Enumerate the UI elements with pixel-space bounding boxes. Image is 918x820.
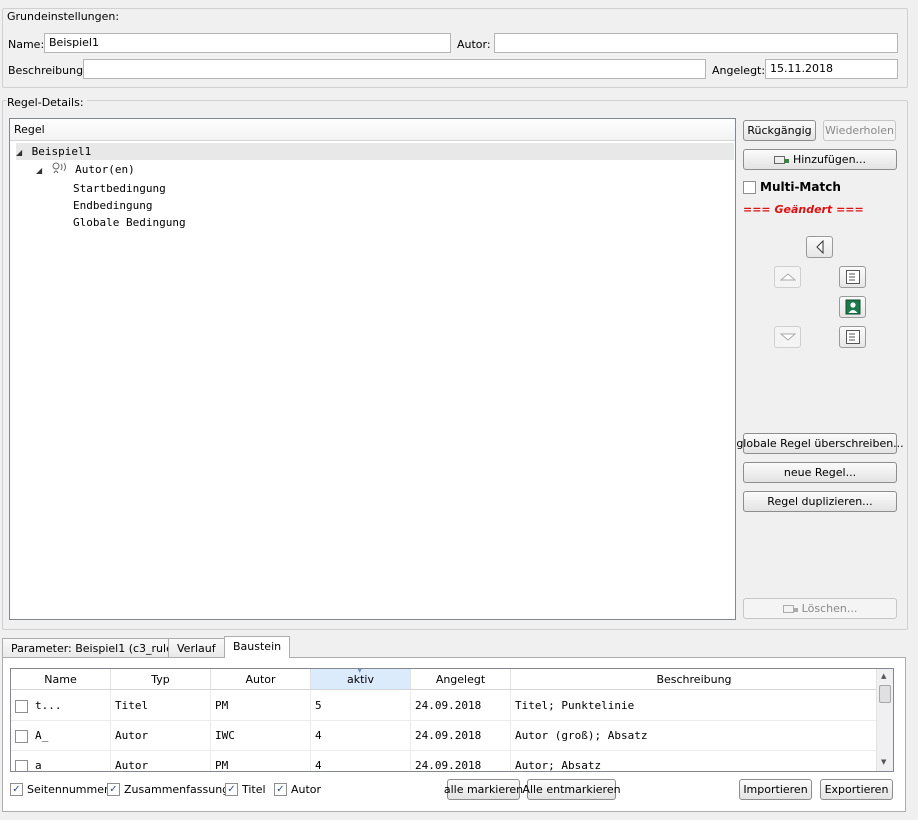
triangle-left-icon [815, 240, 823, 254]
row-checkbox[interactable] [15, 760, 28, 771]
cell-description: Titel; Punktelinie [511, 691, 878, 721]
scroll-thumb[interactable] [879, 685, 891, 703]
delete-label: Löschen... [801, 602, 858, 615]
new-rule-button[interactable]: neue Regel... [743, 462, 897, 483]
cell-type: Autor [111, 751, 211, 771]
rule-details-title: Regel-Details: [7, 96, 87, 109]
triangle-up-icon [779, 273, 796, 281]
tab-history[interactable]: Verlauf [168, 638, 225, 658]
description-label: Beschreibung: [8, 64, 87, 77]
multimatch-checkbox[interactable] [743, 181, 756, 194]
tree-author-row[interactable]: ◢ Autor(en) [36, 161, 135, 178]
created-field[interactable]: 15.11.2018 [765, 59, 898, 79]
tab-building-block[interactable]: Baustein [224, 636, 291, 658]
cell-type: Autor [111, 721, 211, 751]
rule-tree[interactable]: Regel ◢ Beispiel1 ◢ Autor(en) Startbedin… [9, 118, 736, 620]
description-field[interactable] [83, 59, 706, 79]
scroll-up-icon[interactable]: ▲ [881, 672, 886, 680]
column-header-created[interactable]: Angelegt [411, 669, 511, 690]
unmark-all-button[interactable]: Alle entmarkieren [522, 779, 621, 800]
created-label: Angelegt: [712, 64, 766, 77]
tree-leaf-start[interactable]: Startbedingung [73, 180, 166, 197]
table-scrollbar[interactable]: ▲ ▼ [876, 669, 893, 771]
author-field[interactable] [494, 33, 898, 53]
summary-label: Zusammenfassung [124, 783, 230, 796]
delete-button[interactable]: Löschen... [743, 598, 897, 619]
summary-checkbox[interactable]: ✓ [107, 783, 120, 796]
undo-button[interactable]: Rückgängig [743, 120, 816, 141]
multimatch-label: Multi-Match [760, 180, 841, 194]
duplicate-rule-button[interactable]: Regel duplizieren... [743, 491, 897, 512]
building-block-table[interactable]: Name Typ Autor aktiv Angelegt Beschreibu… [10, 668, 894, 772]
move-up-button[interactable] [774, 266, 801, 288]
page-number-checkbox[interactable]: ✓ [10, 783, 23, 796]
redo-button[interactable]: Wiederholen [823, 120, 896, 141]
cell-active: 4 [311, 721, 411, 751]
add-button[interactable]: Hinzufügen... [743, 149, 897, 170]
cell-name-text: A_ [31, 721, 111, 751]
person-button[interactable] [839, 296, 866, 318]
column-header-description[interactable]: Beschreibung [511, 669, 878, 690]
column-header-name[interactable]: Name [11, 669, 111, 690]
author-filter-label: Autor [291, 783, 322, 796]
column-header-type[interactable]: Typ [111, 669, 211, 690]
tree-header-rule[interactable]: Regel [10, 119, 735, 141]
override-global-rule-button[interactable]: globale Regel überschreiben... [736, 433, 904, 454]
cell-active: 4 [311, 751, 411, 771]
cell-author: IWC [211, 721, 311, 751]
cell-active: 5 [311, 691, 411, 721]
triangle-down-icon [779, 333, 796, 341]
row-checkbox[interactable] [15, 700, 28, 713]
move-left-button[interactable] [806, 236, 833, 258]
import-button[interactable]: Importieren [739, 779, 812, 800]
delete-icon [782, 604, 799, 614]
person-icon [845, 299, 860, 315]
author-label: Autor: [457, 38, 491, 51]
tree-root-row[interactable]: ◢ Beispiel1 [16, 143, 734, 160]
cell-created: 24.09.2018 [411, 751, 511, 771]
cell-type: Titel [111, 691, 211, 721]
expand-triangle-icon[interactable]: ◢ [16, 148, 22, 157]
row-checkbox[interactable] [15, 730, 28, 743]
page-number-label: Seitennummer [27, 783, 109, 796]
cell-author: PM [211, 691, 311, 721]
cell-created: 24.09.2018 [411, 721, 511, 751]
tree-root-label: Beispiel1 [31, 145, 92, 158]
title-label: Titel [242, 783, 266, 796]
panel-down-button[interactable] [839, 326, 866, 348]
column-header-author[interactable]: Autor [211, 669, 311, 690]
tree-leaf-end[interactable]: Endbedingung [73, 197, 152, 214]
name-label: Name: [8, 38, 45, 51]
changed-status: === Geändert === [743, 203, 864, 216]
sort-indicator-icon: ▼ [357, 668, 363, 674]
cell-created: 24.09.2018 [411, 691, 511, 721]
panel-icon [845, 330, 860, 344]
basic-settings-title: Grundeinstellungen: [7, 10, 123, 23]
cell-name-text: t... [31, 691, 111, 721]
tree-leaf-global[interactable]: Globale Bedingung [73, 214, 186, 231]
add-label: Hinzufügen... [792, 153, 867, 166]
cell-description: Autor (groß); Absatz [511, 721, 878, 751]
speaker-icon [52, 162, 70, 179]
tab-parameters[interactable]: Parameter: Beispiel1 (c3_rule) [2, 638, 187, 658]
title-checkbox[interactable]: ✓ [225, 783, 238, 796]
cell-author: PM [211, 751, 311, 771]
panel-icon [845, 270, 860, 284]
name-field[interactable]: Beispiel1 [44, 33, 451, 53]
cell-description: Autor; Absatz [511, 751, 878, 771]
scroll-down-icon[interactable]: ▼ [881, 758, 886, 766]
author-checkbox[interactable]: ✓ [274, 783, 287, 796]
add-icon [773, 155, 790, 165]
expand-triangle-icon[interactable]: ◢ [36, 166, 42, 175]
move-down-button[interactable] [774, 326, 801, 348]
cell-name-text: a [31, 751, 111, 771]
tree-author-label: Autor(en) [75, 163, 135, 176]
mark-all-button[interactable]: alle markieren [444, 779, 523, 800]
export-button[interactable]: Exportieren [820, 779, 893, 800]
panel-up-button[interactable] [839, 266, 866, 288]
